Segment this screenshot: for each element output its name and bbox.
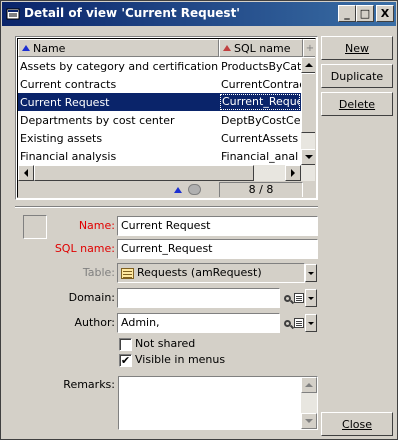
list-row[interactable]: Existing assets CurrentAssets	[18, 129, 301, 147]
detail-window: Detail of view 'Current Request' _ □ X N…	[0, 0, 398, 440]
maximize-icon: □	[359, 7, 371, 20]
domain-field[interactable]	[117, 288, 280, 308]
check-mark-icon: ✔	[120, 354, 131, 367]
list-status-bar: 8 / 8	[18, 181, 315, 197]
sort-ascending-icon	[22, 45, 30, 51]
record-counter: 8 / 8	[219, 182, 303, 197]
arrow-left-icon	[24, 169, 28, 177]
column-header-sql-name[interactable]: SQL name	[219, 39, 303, 57]
magnifier-icon[interactable]	[281, 316, 293, 330]
table-dropdown-button[interactable]	[305, 264, 317, 282]
table-label: Table:	[82, 266, 115, 279]
scroll-thumb[interactable]	[301, 73, 315, 133]
list-icon[interactable]	[293, 316, 305, 330]
row-name: Current contracts	[20, 77, 117, 91]
table-field[interactable]: Requests (amRequest)	[117, 263, 305, 283]
title-bar[interactable]: Detail of view 'Current Request' _ □ X	[2, 2, 396, 26]
scroll-right-button[interactable]	[285, 165, 301, 181]
minimize-icon: _	[344, 7, 350, 20]
name-label: Name:	[78, 219, 115, 232]
row-sql-name: Current_Reque	[220, 94, 300, 110]
horizontal-scroll-thumb[interactable]	[34, 165, 254, 181]
filter-icon[interactable]	[188, 184, 201, 195]
list-row[interactable]: Financial analysis Financial_anal	[18, 147, 301, 165]
column-header-name-label: Name	[33, 41, 66, 55]
list-icon[interactable]	[293, 291, 305, 305]
plus-icon: +	[305, 42, 315, 54]
maximize-button[interactable]: □	[356, 5, 374, 22]
remarks-textarea[interactable]	[118, 376, 318, 430]
list-row[interactable]: Departments by cost center DeptByCostCe	[18, 111, 301, 129]
view-image-box[interactable]	[23, 215, 47, 239]
close-icon: X	[380, 7, 390, 20]
name-field[interactable]: Current Request	[117, 216, 318, 236]
row-name: Departments by cost center	[20, 113, 175, 127]
sql-name-field[interactable]: Current_Request	[117, 239, 318, 259]
duplicate-button[interactable]: Duplicate	[321, 64, 393, 88]
view-icon	[6, 8, 20, 20]
delete-button[interactable]: Delete	[321, 92, 393, 116]
new-button[interactable]: New	[321, 36, 393, 60]
sql-name-label: SQL name:	[54, 242, 115, 255]
visible-in-menus-label: Visible in menus	[135, 353, 226, 366]
row-name: Assets by category and certification	[20, 59, 219, 73]
domain-label: Domain:	[68, 291, 115, 304]
close-button[interactable]: Close	[321, 412, 393, 436]
new-button-label: New	[345, 41, 369, 55]
remarks-scrollbar[interactable]	[301, 377, 317, 429]
close-button-label: Close	[342, 417, 372, 431]
row-name: Current Request	[20, 95, 110, 109]
row-sql-name: CurrentAssets	[221, 131, 299, 145]
arrow-down-icon	[305, 419, 313, 423]
row-sql-name: Financial_anal	[221, 149, 299, 163]
row-sql-name: CurrentContrac	[221, 77, 301, 91]
window-title: Detail of view 'Current Request'	[24, 6, 240, 20]
list-row[interactable]: Current contracts CurrentContrac	[18, 75, 301, 93]
row-sql-name: ProductsByCat	[221, 59, 301, 73]
arrow-up-icon	[305, 63, 313, 67]
arrow-right-icon	[291, 169, 295, 177]
domain-dropdown-button[interactable]	[305, 289, 317, 307]
sort-indicator-icon	[223, 45, 231, 51]
delete-button-label: Delete	[338, 97, 376, 111]
arrow-down-icon	[305, 155, 313, 159]
visible-in-menus-checkbox[interactable]: ✔	[119, 354, 132, 367]
column-header-name[interactable]: Name	[18, 39, 219, 57]
views-list[interactable]: Name SQL name + Assets by category and c…	[15, 36, 318, 200]
vertical-scrollbar[interactable]	[301, 57, 315, 165]
row-name: Financial analysis	[20, 149, 117, 163]
sort-up-icon[interactable]	[174, 186, 182, 193]
row-name: Existing assets	[20, 131, 103, 145]
chevron-down-icon	[308, 271, 314, 275]
chevron-down-icon	[308, 296, 314, 300]
remarks-scroll-up[interactable]	[301, 377, 317, 393]
author-dropdown-button[interactable]	[305, 314, 317, 332]
not-shared-checkbox[interactable]	[119, 338, 132, 351]
arrow-up-icon	[305, 383, 313, 387]
list-row[interactable]: Current Request Current_Reque	[18, 93, 301, 111]
separator	[15, 206, 318, 208]
author-field[interactable]: Admin,	[117, 313, 280, 333]
table-value: Requests (amRequest)	[137, 266, 262, 279]
list-row[interactable]: Assets by category and certification Prod…	[18, 57, 301, 75]
author-label: Author:	[74, 316, 115, 329]
column-header-sql-label: SQL name	[234, 41, 291, 55]
remarks-scroll-down[interactable]	[301, 413, 317, 429]
magnifier-icon[interactable]	[281, 291, 293, 305]
scroll-down-button[interactable]	[301, 149, 315, 165]
not-shared-label: Not shared	[135, 337, 196, 350]
minimize-button[interactable]: _	[338, 5, 356, 22]
row-sql-name: DeptByCostCe	[221, 113, 301, 127]
scroll-up-button[interactable]	[301, 57, 315, 73]
chevron-down-icon	[308, 321, 314, 325]
add-column-button[interactable]: +	[303, 39, 315, 57]
table-icon	[121, 267, 134, 279]
remarks-label: Remarks:	[63, 378, 115, 391]
close-window-button[interactable]: X	[376, 5, 394, 22]
horizontal-scrollbar[interactable]	[18, 165, 315, 181]
duplicate-button-label: Duplicate	[330, 69, 384, 83]
scroll-left-button[interactable]	[18, 165, 34, 181]
